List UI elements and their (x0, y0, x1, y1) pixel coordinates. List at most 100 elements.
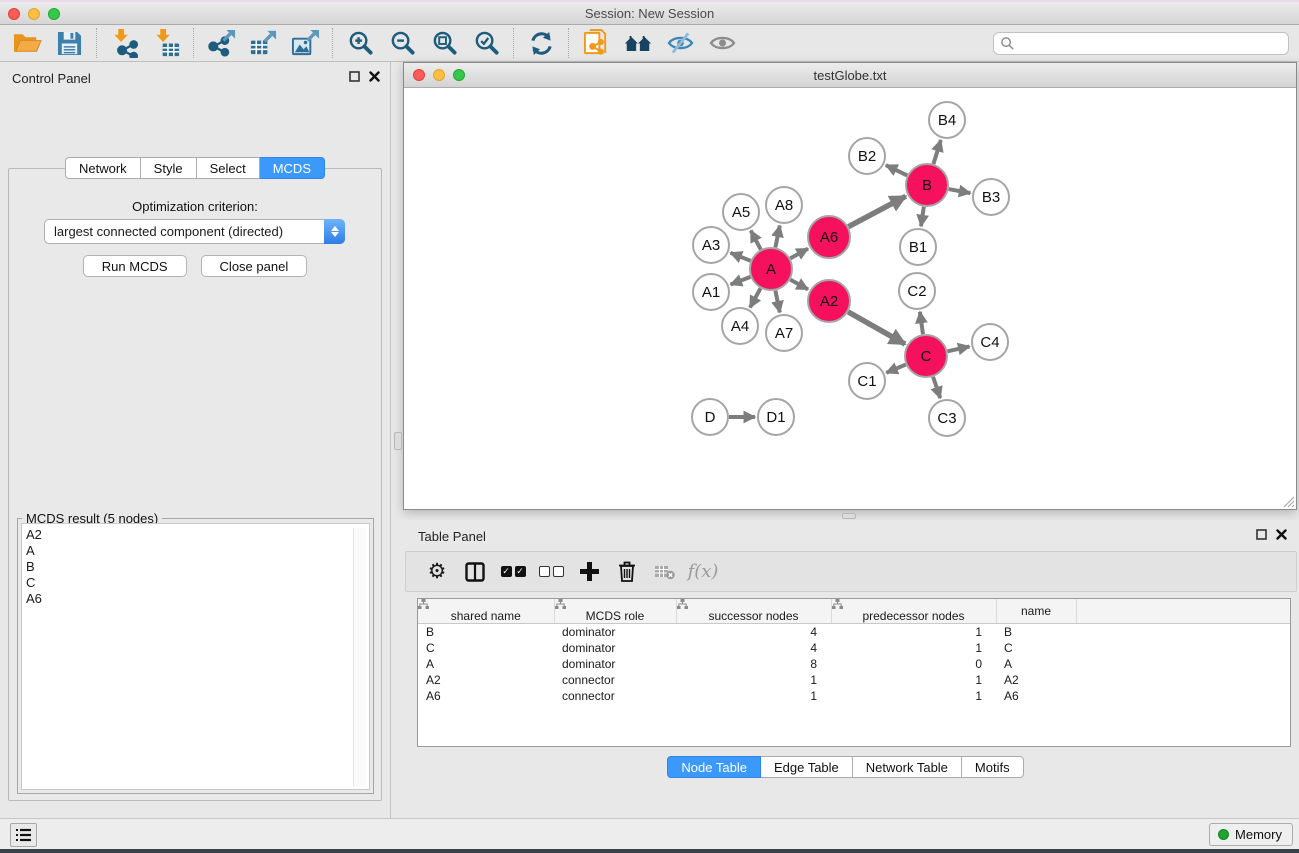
table-row[interactable]: A2connector11A2 (418, 672, 1290, 688)
zoom-in-icon[interactable] (339, 27, 381, 59)
close-panel-icon[interactable] (369, 71, 380, 82)
export-table-icon[interactable] (242, 27, 284, 59)
export-network-icon[interactable] (200, 27, 242, 59)
column-header-successor-nodes[interactable]: successor nodes (676, 599, 831, 624)
toggle-columns-icon[interactable] (456, 557, 494, 587)
network-window-titlebar[interactable]: testGlobe.txt (404, 63, 1296, 88)
table-header-row[interactable]: shared nameMCDS rolesuccessor nodesprede… (418, 599, 1290, 624)
result-item[interactable]: B (26, 559, 369, 575)
search-field[interactable] (993, 32, 1289, 55)
graph-edge-B-B2[interactable] (886, 165, 907, 175)
show-all-eye-icon[interactable] (701, 27, 743, 59)
close-table-panel-icon[interactable] (1276, 529, 1287, 540)
graph-edge-A-A8[interactable] (775, 226, 779, 248)
search-input[interactable] (1015, 37, 1288, 51)
graph-edge-B-B4[interactable] (933, 140, 940, 164)
table-panel-header: Table Panel (392, 520, 1299, 552)
refresh-icon[interactable] (520, 27, 562, 59)
graph-edge-A-A5[interactable] (751, 231, 761, 250)
tab-select[interactable]: Select (197, 157, 260, 179)
graph-edge-A-A2[interactable] (790, 280, 808, 290)
tab-network[interactable]: Network (65, 157, 141, 179)
tab-mcds[interactable]: MCDS (260, 157, 325, 179)
deselect-all-icon[interactable] (532, 557, 570, 587)
cell-predecessor-nodes: 1 (831, 640, 996, 656)
tab-edge-table[interactable]: Edge Table (761, 756, 853, 778)
run-mcds-button[interactable]: Run MCDS (83, 255, 187, 277)
copy-network-icon[interactable] (575, 27, 617, 59)
result-scrollbar[interactable] (353, 528, 366, 786)
cell-MCDS-role: dominator (554, 656, 676, 672)
close-panel-button[interactable]: Close panel (201, 255, 308, 277)
graph-edge-A-A7[interactable] (775, 291, 779, 313)
mcds-result-list[interactable]: A2ABCA6 (21, 523, 370, 790)
graph-edge-A2-C[interactable] (848, 312, 905, 344)
splitpane-toggle-bottom[interactable] (842, 513, 856, 519)
graph-edge-C-C2[interactable] (920, 312, 923, 334)
cell-MCDS-role: connector (554, 672, 676, 688)
network-view-window[interactable]: testGlobe.txt B4B2BB3A5A8A6A3B1AA1C2A2A4… (403, 62, 1297, 510)
show-panels-button[interactable] (10, 823, 37, 847)
select-all-icon[interactable]: ✓✓ (494, 557, 532, 587)
splitpane-toggle-left[interactable] (394, 432, 402, 450)
graph-edge-A-A3[interactable] (730, 253, 750, 261)
graph-edge-A6-B[interactable] (848, 196, 905, 226)
table-row[interactable]: Bdominator41B (418, 624, 1290, 640)
hide-selected-eye-slash-icon[interactable] (659, 27, 701, 59)
graph-node-label: A2 (820, 293, 838, 310)
settings-gear-icon[interactable]: ⚙ (418, 557, 456, 587)
tab-motifs[interactable]: Motifs (962, 756, 1024, 778)
cell-predecessor-nodes: 1 (831, 672, 996, 688)
column-header-name[interactable]: name (996, 599, 1076, 624)
home-view-icon[interactable] (617, 27, 659, 59)
column-header-MCDS-role[interactable]: MCDS role (554, 599, 676, 624)
dropdown-stepper-icon (324, 219, 345, 244)
graph-edge-A-A1[interactable] (731, 277, 751, 285)
result-item[interactable]: A2 (26, 527, 369, 543)
zoom-fit-icon[interactable] (423, 27, 465, 59)
result-item[interactable]: C (26, 575, 369, 591)
zoom-selected-icon[interactable] (465, 27, 507, 59)
float-panel-icon[interactable] (349, 71, 360, 82)
column-header-shared-name[interactable]: shared name (418, 599, 554, 624)
zoom-out-icon[interactable] (381, 27, 423, 59)
tab-network-table[interactable]: Network Table (853, 756, 962, 778)
resize-grip-icon[interactable] (1282, 495, 1295, 508)
table-row[interactable]: Adominator80A (418, 656, 1290, 672)
cell-name: A6 (996, 688, 1076, 704)
main-toolbar (0, 25, 1299, 62)
delete-column-trash-icon[interactable] (608, 557, 646, 587)
criterion-dropdown[interactable]: largest connected component (directed) (44, 219, 345, 244)
open-file-icon[interactable] (6, 27, 48, 59)
graph-edge-C-C1[interactable] (886, 365, 905, 373)
graph-edge-C-C4[interactable] (947, 346, 969, 351)
delete-table-icon[interactable] (646, 557, 684, 587)
add-column-icon[interactable] (570, 557, 608, 587)
column-header-predecessor-nodes[interactable]: predecessor nodes (831, 599, 996, 624)
tab-style[interactable]: Style (141, 157, 197, 179)
graph-node-label: A1 (702, 284, 720, 301)
network-canvas[interactable]: B4B2BB3A5A8A6A3B1AA1C2A2A4A7CC4C1C3DD1 (404, 88, 1296, 509)
import-table-icon[interactable] (145, 27, 187, 59)
graph-node-label: D1 (766, 409, 785, 426)
import-network-icon[interactable] (103, 27, 145, 59)
table-row[interactable]: A6connector11A6 (418, 688, 1290, 704)
network-graph[interactable]: B4B2BB3A5A8A6A3B1AA1C2A2A4A7CC4C1C3DD1 (404, 88, 1296, 509)
result-item[interactable]: A6 (26, 591, 369, 607)
graph-edge-A-A6[interactable] (790, 249, 808, 259)
tab-node-table[interactable]: Node Table (667, 756, 761, 778)
float-table-panel-icon[interactable] (1256, 529, 1267, 540)
save-session-icon[interactable] (48, 27, 90, 59)
graph-edge-B-B1[interactable] (921, 207, 924, 226)
export-image-icon[interactable] (284, 27, 326, 59)
function-builder-icon[interactable]: f(x) (684, 557, 722, 587)
optimization-criterion-label: Optimization criterion: (9, 199, 381, 214)
memory-button[interactable]: Memory (1209, 823, 1293, 846)
graph-edge-A-A4[interactable] (750, 288, 760, 307)
column-header-filler (1076, 599, 1290, 624)
result-item[interactable]: A (26, 543, 369, 559)
graph-edge-B-B3[interactable] (949, 189, 971, 193)
table-row[interactable]: Cdominator41C (418, 640, 1290, 656)
graph-edge-C-C3[interactable] (933, 377, 940, 398)
desktop-background (0, 849, 1299, 853)
